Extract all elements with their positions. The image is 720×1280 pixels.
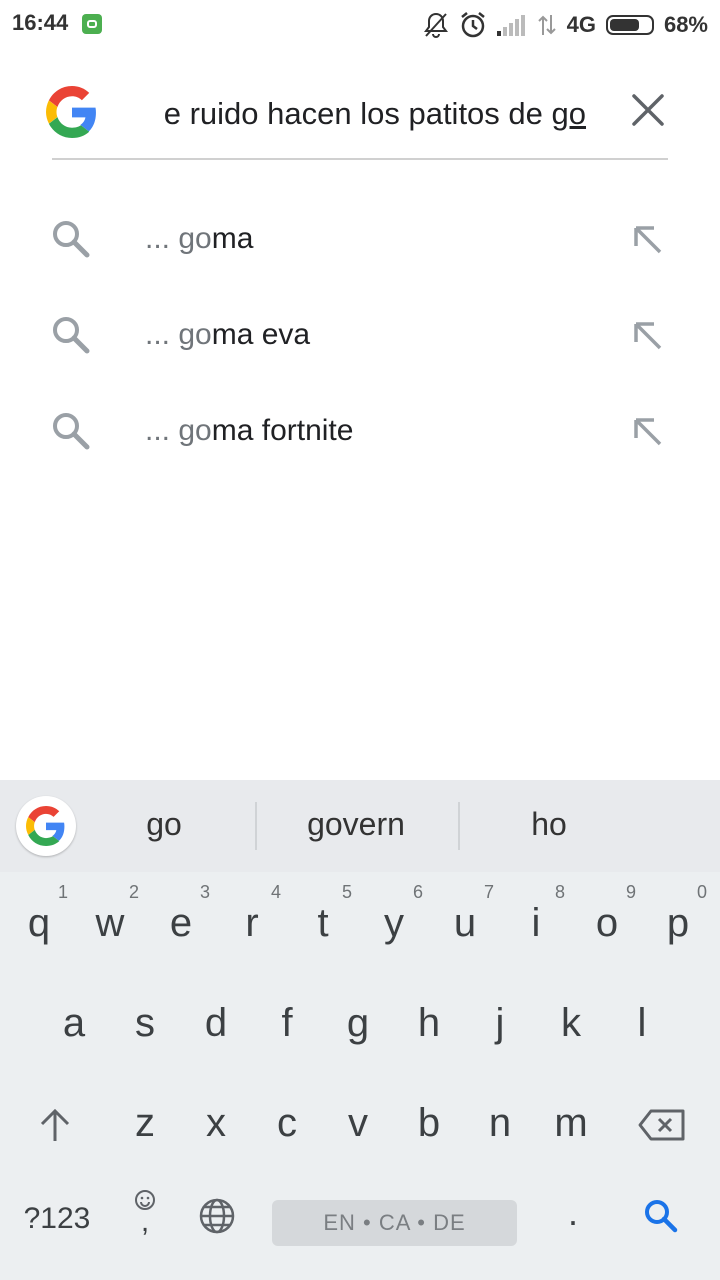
fill-query-arrow-icon[interactable] xyxy=(628,220,666,258)
period-key[interactable]: . xyxy=(550,1192,596,1234)
key[interactable]: k xyxy=(536,978,606,1068)
backspace-key[interactable] xyxy=(622,1078,702,1168)
query-typed-word: go xyxy=(551,96,586,131)
google-logo-icon xyxy=(26,806,65,846)
search-input[interactable]: e ruido hacen los patitos de go xyxy=(144,90,604,138)
spacebar[interactable]: EN • CA • DE xyxy=(272,1200,517,1246)
key[interactable]: h xyxy=(394,978,464,1068)
word-suggestion[interactable]: ho xyxy=(459,806,639,843)
key[interactable]: x xyxy=(181,1078,251,1168)
battery-percent: 68% xyxy=(663,12,708,37)
battery-icon xyxy=(605,15,654,35)
clear-button[interactable] xyxy=(628,90,668,134)
fill-query-arrow-icon[interactable] xyxy=(628,412,666,450)
globe-icon xyxy=(199,1198,235,1234)
word-suggestion[interactable]: govern xyxy=(266,806,446,843)
search-bar: e ruido hacen los patitos de go xyxy=(46,70,668,160)
key[interactable]: f xyxy=(252,978,322,1068)
key[interactable]: d xyxy=(181,978,251,1068)
key[interactable]: u7 xyxy=(430,878,500,968)
status-time: 16:44 xyxy=(12,10,69,35)
key[interactable]: y6 xyxy=(359,878,429,968)
key[interactable]: g xyxy=(323,978,393,1068)
suggestion-item[interactable]: ... goma xyxy=(0,196,720,292)
backspace-icon xyxy=(638,1109,685,1141)
key[interactable]: o9 xyxy=(572,878,642,968)
keyboard-suggestion-bar: go govern ho xyxy=(0,780,720,872)
search-icon xyxy=(645,1200,678,1233)
network-type: 4G xyxy=(566,12,596,37)
mute-notifications-icon xyxy=(423,11,449,39)
search-icon xyxy=(53,317,90,354)
suggestion-text: ... goma xyxy=(145,222,254,255)
key[interactable]: j xyxy=(465,978,535,1068)
key[interactable]: v xyxy=(323,1078,393,1168)
suggestion-text: ... goma fortnite xyxy=(145,414,354,447)
comma-label: , xyxy=(140,1205,150,1238)
query-text: e ruido hacen los patitos de xyxy=(163,96,552,131)
key[interactable]: r4 xyxy=(217,878,287,968)
fill-query-arrow-icon[interactable] xyxy=(628,316,666,354)
emoji-comma-key[interactable]: , xyxy=(120,1182,170,1252)
key[interactable]: q1 xyxy=(4,878,74,968)
data-transfer-icon xyxy=(537,13,557,37)
alarm-icon xyxy=(459,11,487,39)
key[interactable]: e3 xyxy=(146,878,216,968)
key[interactable]: c xyxy=(252,1078,322,1168)
key[interactable]: m xyxy=(536,1078,606,1168)
suggestion-item[interactable]: ... goma eva xyxy=(0,292,720,388)
key[interactable]: i8 xyxy=(501,878,571,968)
suggestion-divider xyxy=(255,802,257,850)
word-suggestion[interactable]: go xyxy=(74,806,254,843)
key[interactable]: n xyxy=(465,1078,535,1168)
app-notification-icon xyxy=(82,14,102,34)
status-icons: 4G 68% xyxy=(423,8,708,42)
key[interactable]: s xyxy=(110,978,180,1068)
status-bar: 16:44 4G 68% xyxy=(0,0,720,50)
key[interactable]: t5 xyxy=(288,878,358,968)
google-logo-icon xyxy=(46,86,96,138)
shift-arrow-icon xyxy=(40,1109,70,1142)
key[interactable]: a xyxy=(39,978,109,1068)
language-key[interactable] xyxy=(194,1196,240,1242)
key[interactable]: p0 xyxy=(643,878,713,968)
search-action-key[interactable] xyxy=(638,1196,684,1242)
close-icon xyxy=(632,94,664,126)
key[interactable]: b xyxy=(394,1078,464,1168)
signal-icon xyxy=(496,14,527,36)
key[interactable]: z xyxy=(110,1078,180,1168)
suggestion-item[interactable]: ... goma fortnite xyxy=(0,388,720,484)
key[interactable]: w2 xyxy=(75,878,145,968)
key[interactable]: l xyxy=(607,978,677,1068)
symbols-key[interactable]: ?123 xyxy=(16,1202,98,1236)
search-icon xyxy=(53,221,90,258)
keyboard-keys: q1 w2 e3 r4 t5 y6 u7 i8 o9 p0 a s d f g … xyxy=(0,872,720,1280)
suggestion-text: ... goma eva xyxy=(145,318,311,351)
shift-key[interactable] xyxy=(20,1078,90,1168)
search-icon xyxy=(53,413,90,450)
keyboard-google-button[interactable] xyxy=(16,796,76,856)
keyboard: go govern ho q1 w2 e3 r4 t5 y6 u7 i8 o9 … xyxy=(0,780,720,1280)
